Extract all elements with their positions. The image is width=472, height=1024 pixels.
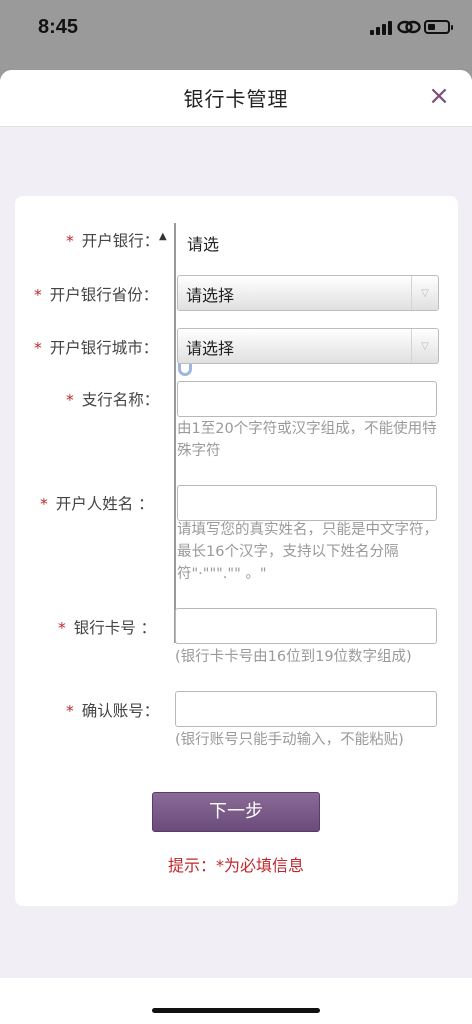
status-bar: 8:45 xyxy=(0,0,472,60)
province-label-text: 开户银行省份： xyxy=(49,286,159,304)
required-tip: 提示：*为必填信息 xyxy=(167,856,304,875)
province-select-value: 请选择 xyxy=(186,286,235,305)
signal-icon xyxy=(370,21,394,35)
holder-hint: 请填写您的真实姓名，只能是中文字符，最长16个汉字，支持以下姓名分隔符"·"""… xyxy=(177,522,438,582)
chevron-down-icon: ▽ xyxy=(411,329,438,363)
city-label-text: 开户银行城市： xyxy=(49,339,159,357)
bank-label-text: 开户银行： xyxy=(81,232,160,250)
city-select[interactable]: 请选择 ▽ xyxy=(177,328,439,364)
bottom-safe-area xyxy=(0,978,472,1024)
required-star: * xyxy=(66,391,74,409)
link-icon xyxy=(397,20,421,34)
card-number-label-text: 银行卡号 ： xyxy=(73,619,157,637)
branch-hint: 由1至20个字符或汉字组成，不能使用特殊字符 xyxy=(177,421,437,459)
home-indicator[interactable] xyxy=(152,1008,320,1013)
required-star: * xyxy=(34,339,42,357)
city-label: * 开户银行城市： xyxy=(34,336,158,358)
required-star: * xyxy=(66,232,74,250)
next-step-button[interactable]: 下一步 xyxy=(152,792,320,832)
confirm-account-label-text: 确认账号： xyxy=(81,702,160,720)
branch-name-input[interactable] xyxy=(177,381,437,417)
required-star: * xyxy=(40,495,48,513)
card-number-label: * 银行卡号 ： xyxy=(58,616,156,638)
battery-icon xyxy=(424,20,453,34)
branch-label: * 支行名称： xyxy=(66,388,159,410)
branch-label-text: 支行名称： xyxy=(81,391,160,409)
bank-label: * 开户银行： xyxy=(66,229,159,251)
city-select-value: 请选择 xyxy=(186,339,235,358)
confirm-account-hint: (银行账号只能手动输入，不能粘贴) xyxy=(175,732,404,748)
required-star: * xyxy=(34,286,42,304)
province-label: * 开户银行省份： xyxy=(34,283,158,305)
bank-card-sheet: 银行卡管理 × * 开户银行： ▲ 请选 * 开户银行省份： 请选择 ▽ * 开户银行… xyxy=(0,70,472,1024)
card-number-input[interactable] xyxy=(175,608,437,644)
required-star: * xyxy=(58,619,66,637)
holder-label-text: 开户人姓名 ： xyxy=(55,495,154,513)
picker-scroll-track xyxy=(174,223,176,643)
chevron-down-icon: ▽ xyxy=(411,276,438,310)
bank-picker-value[interactable]: 请选 xyxy=(187,231,219,255)
confirm-account-input[interactable] xyxy=(175,691,437,727)
sheet-title: 银行卡管理 xyxy=(183,87,289,111)
province-select[interactable]: 请选择 ▽ xyxy=(177,275,439,311)
status-time: 8:45 xyxy=(38,16,79,38)
close-icon[interactable]: × xyxy=(426,83,452,109)
holder-label: * 开户人姓名 ： xyxy=(40,492,154,514)
sheet-header: 银行卡管理 × xyxy=(0,70,472,127)
caret-up-icon[interactable]: ▲ xyxy=(159,231,167,242)
confirm-account-label: * 确认账号： xyxy=(66,699,159,721)
required-star: * xyxy=(66,702,74,720)
card-number-hint: (银行卡卡号由16位到19位数字组成) xyxy=(175,649,412,665)
account-holder-input[interactable] xyxy=(177,485,437,521)
